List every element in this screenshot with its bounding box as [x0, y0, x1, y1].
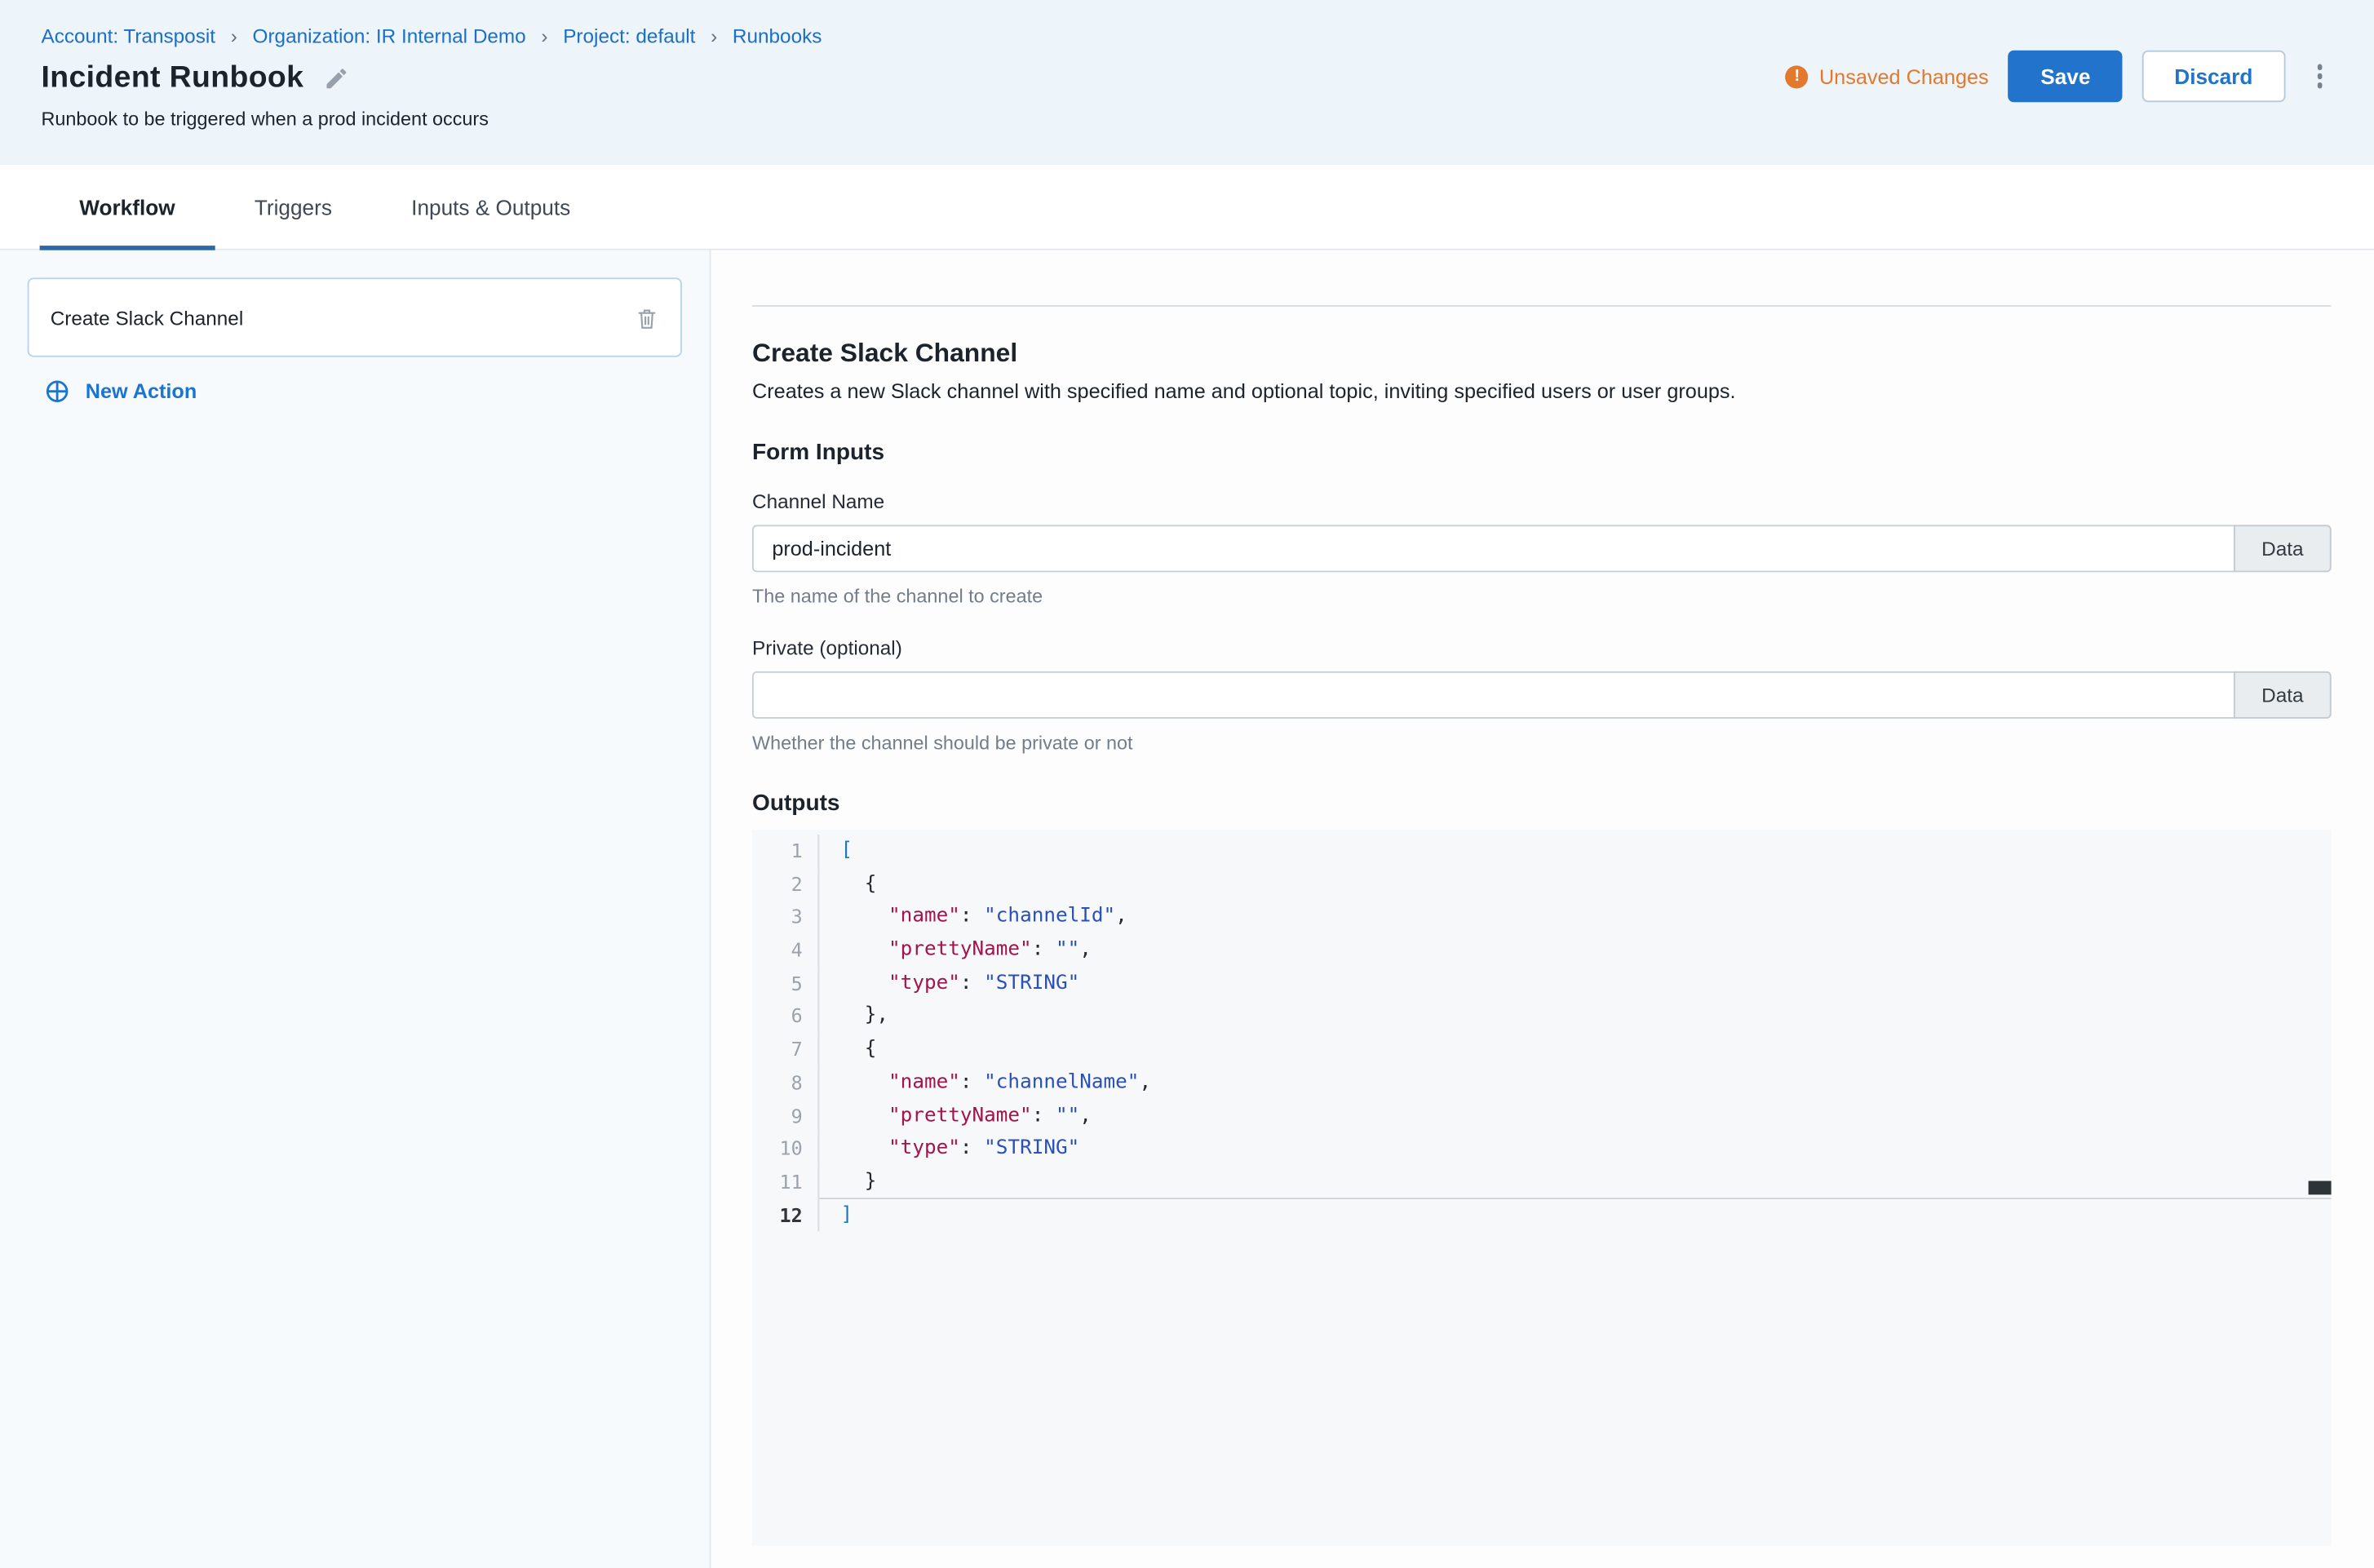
save-button[interactable]: Save	[2009, 51, 2123, 103]
outputs-code-editor[interactable]: 1[2 {3 "name": "channelId",4 "prettyName…	[752, 830, 2332, 1545]
code-line: 3 "name": "channelId",	[752, 901, 2332, 934]
tab-inputs-outputs[interactable]: Inputs & Outputs	[372, 165, 610, 249]
form-field: Private (optional) Data Whether the chan…	[752, 636, 2332, 754]
breadcrumb-separator-icon: ›	[231, 24, 237, 47]
code-line: 11 }	[752, 1166, 2332, 1199]
line-number: 11	[752, 1166, 819, 1199]
warning-icon: !	[1786, 64, 1809, 87]
new-action-button[interactable]: New Action	[42, 377, 682, 406]
breadcrumb-link[interactable]: Project: default	[563, 24, 695, 47]
top-divider	[752, 305, 2332, 307]
line-number: 2	[752, 868, 819, 901]
line-number: 1	[752, 835, 819, 868]
code-text: ]	[819, 1198, 853, 1232]
field-input-group: Data	[752, 671, 2332, 719]
delete-step-icon[interactable]	[635, 304, 659, 330]
workflow-panel: Create Slack Channel New Action	[0, 250, 711, 1568]
code-text: {	[819, 1033, 876, 1066]
page-title: Incident Runbook	[41, 61, 303, 96]
outputs-heading: Outputs	[752, 791, 2332, 817]
workflow-step-label: Create Slack Channel	[51, 306, 244, 329]
line-number: 3	[752, 901, 819, 934]
breadcrumb-link[interactable]: Account: Transposit	[41, 24, 215, 47]
code-text: "name": "channelName",	[819, 1066, 1151, 1100]
code-text: "type": "STRING"	[819, 967, 1079, 1000]
header-actions: ! Unsaved Changes Save Discard	[1786, 51, 2328, 103]
edit-title-icon[interactable]	[324, 65, 350, 91]
tab-workflow[interactable]: Workflow	[40, 165, 215, 249]
workflow-step-card[interactable]: Create Slack Channel	[28, 277, 682, 357]
code-text: {	[819, 868, 876, 901]
breadcrumb-link[interactable]: Runbooks	[733, 24, 822, 47]
kebab-menu-icon[interactable]	[2310, 59, 2328, 95]
form-inputs-heading: Form Inputs	[752, 440, 2332, 466]
page-header: Account: Transposit › Organization: IR Int…	[0, 0, 2374, 165]
new-action-label: New Action	[86, 380, 197, 403]
line-number: 4	[752, 934, 819, 968]
field-input[interactable]	[752, 671, 2235, 719]
line-number: 7	[752, 1033, 819, 1066]
discard-button[interactable]: Discard	[2142, 51, 2285, 103]
action-detail-panel: Create Slack Channel Creates a new Slack…	[711, 250, 2374, 1568]
action-title: Create Slack Channel	[752, 339, 2332, 369]
unsaved-changes-label: Unsaved Changes	[1819, 64, 1989, 87]
code-line: 1[	[752, 835, 2332, 868]
code-line: 4 "prettyName": "",	[752, 934, 2332, 968]
code-line: 10 "type": "STRING"	[752, 1132, 2332, 1166]
breadcrumb-separator-icon: ›	[541, 24, 547, 47]
code-text: [	[819, 835, 853, 868]
code-text: }	[819, 1166, 876, 1199]
data-button[interactable]: Data	[2234, 525, 2332, 572]
field-input-group: Data	[752, 525, 2332, 572]
field-help: Whether the channel should be private or…	[752, 733, 2332, 754]
action-description: Creates a new Slack channel with specifi…	[752, 380, 2332, 403]
code-text: "prettyName": "",	[819, 1099, 1092, 1132]
line-number: 5	[752, 967, 819, 1000]
code-line: 12]	[752, 1198, 2332, 1232]
field-help: The name of the channel to create	[752, 586, 2332, 607]
screen: Account: Transposit › Organization: IR Int…	[0, 0, 2374, 1568]
code-text: "name": "channelId",	[819, 901, 1127, 934]
code-line: 9 "prettyName": "",	[752, 1099, 2332, 1132]
line-number: 6	[752, 1000, 819, 1034]
form-field: Channel Name Data The name of the channe…	[752, 489, 2332, 607]
line-number: 10	[752, 1132, 819, 1166]
data-button[interactable]: Data	[2234, 671, 2332, 719]
breadcrumb-separator-icon: ›	[711, 24, 717, 47]
tab-bar: WorkflowTriggersInputs & Outputs	[0, 165, 2374, 250]
editor-divider	[819, 1198, 2331, 1199]
tab-triggers[interactable]: Triggers	[215, 165, 371, 249]
code-line: 7 {	[752, 1033, 2332, 1066]
breadcrumb-link[interactable]: Organization: IR Internal Demo	[253, 24, 526, 47]
code-line: 5 "type": "STRING"	[752, 967, 2332, 1000]
breadcrumb: Account: Transposit › Organization: IR Int…	[41, 24, 2327, 47]
code-text: },	[819, 1000, 888, 1034]
code-line: 8 "name": "channelName",	[752, 1066, 2332, 1100]
runbook-editor-page: Account: Transposit › Organization: IR Int…	[0, 0, 2374, 1568]
main-area: Create Slack Channel New Action Create S…	[0, 250, 2374, 1568]
line-number: 9	[752, 1099, 819, 1132]
field-label: Private (optional)	[752, 636, 2332, 659]
plus-circle-icon	[42, 377, 72, 406]
code-lines: 1[2 {3 "name": "channelId",4 "prettyName…	[752, 835, 2332, 1232]
code-line: 6 },	[752, 1000, 2332, 1034]
code-text: "type": "STRING"	[819, 1132, 1079, 1166]
field-label: Channel Name	[752, 489, 2332, 512]
field-input[interactable]	[752, 525, 2235, 572]
unsaved-changes-badge: ! Unsaved Changes	[1786, 64, 1989, 87]
line-number: 12	[752, 1198, 819, 1232]
line-number: 8	[752, 1066, 819, 1100]
code-line: 2 {	[752, 868, 2332, 901]
page-subtitle: Runbook to be triggered when a prod inci…	[41, 109, 2327, 130]
form-fields: Channel Name Data The name of the channe…	[752, 489, 2332, 754]
code-text: "prettyName": "",	[819, 934, 1092, 968]
scrollbar-thumb[interactable]	[2309, 1181, 2332, 1195]
